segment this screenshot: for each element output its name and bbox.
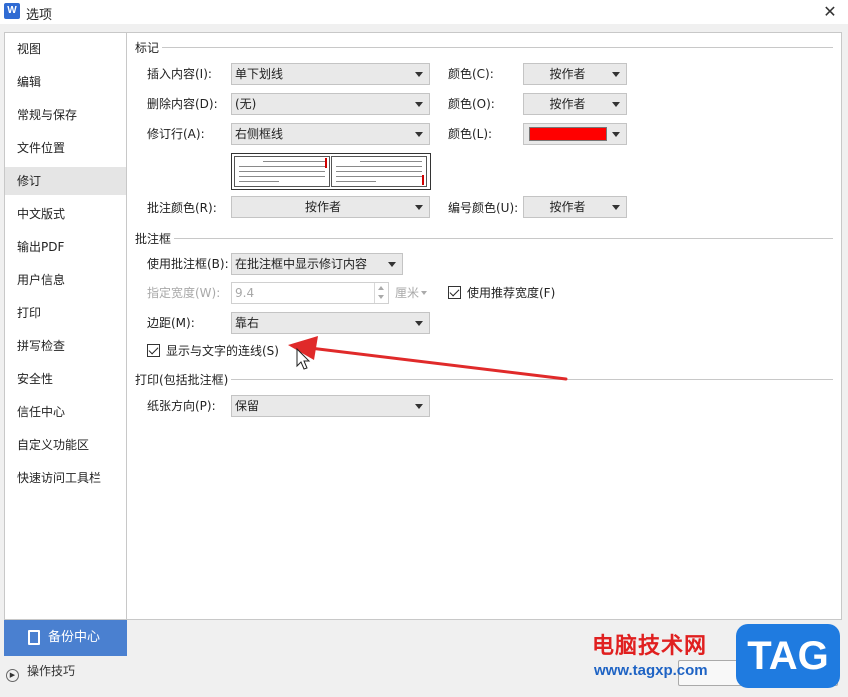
- watermark-tag-logo: TAG: [736, 624, 840, 688]
- watermark-text: 电脑技术网: [592, 634, 708, 659]
- watermark-url: www.tagxp.com: [594, 662, 708, 679]
- site-watermark: 电脑技术网 www.tagxp.com TAG: [590, 624, 848, 697]
- annotation-arrow: [288, 336, 568, 381]
